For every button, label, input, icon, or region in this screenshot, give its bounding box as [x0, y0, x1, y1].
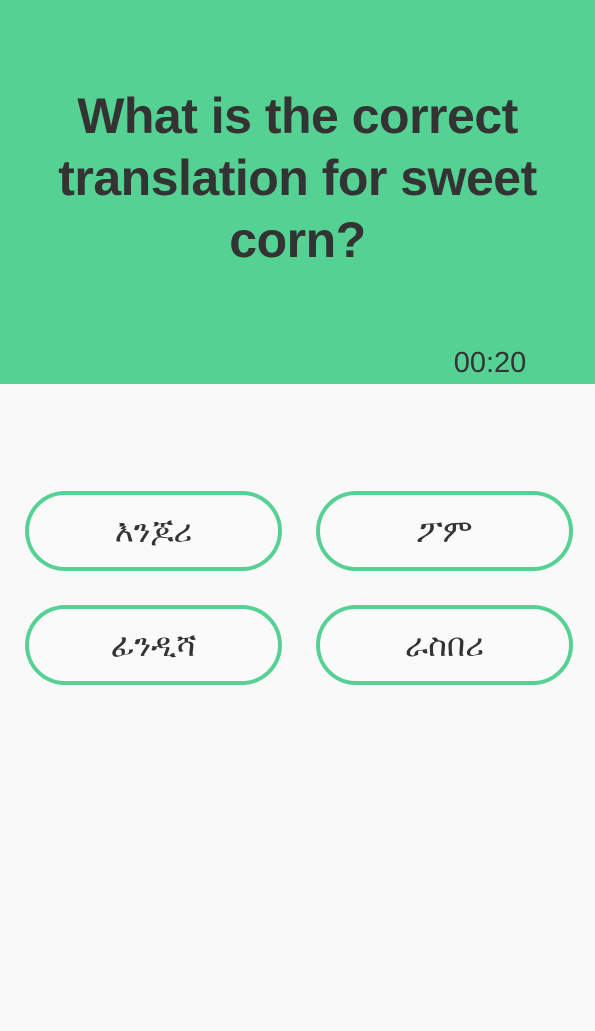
answer-options: እንጆሪ ፖም ፊንዲሻ ራስበሪ — [25, 491, 573, 685]
answer-option-2[interactable]: ፖም — [316, 491, 573, 571]
question-text: What is the correct translation for swee… — [58, 88, 537, 268]
answer-option-4[interactable]: ራስበሪ — [316, 605, 573, 685]
countdown-timer: 00:20 — [453, 347, 527, 379]
answer-option-1[interactable]: እንጆሪ — [25, 491, 282, 571]
question-header: What is the correct translation for swee… — [0, 0, 595, 384]
answer-option-3[interactable]: ፊንዲሻ — [25, 605, 282, 685]
